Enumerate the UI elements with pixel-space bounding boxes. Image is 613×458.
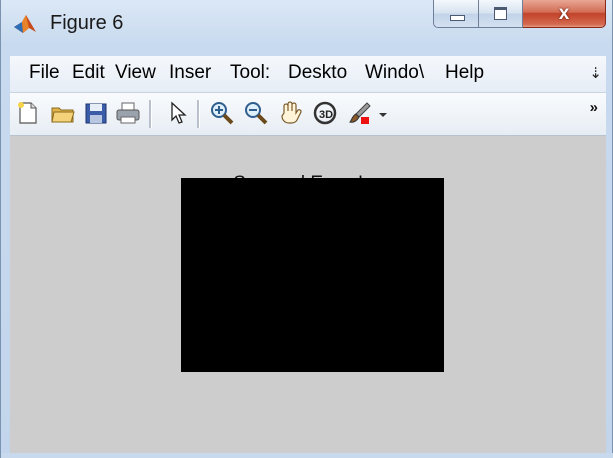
pointer-icon[interactable] [165, 100, 191, 126]
print-icon[interactable] [115, 100, 141, 126]
zoom-out-icon[interactable] [243, 100, 269, 126]
svg-text:3D: 3D [319, 109, 333, 121]
window-title: Figure 6 [50, 12, 124, 34]
new-figure-icon[interactable] [15, 100, 41, 126]
data-brush-icon[interactable] [347, 100, 373, 126]
menu-edit[interactable]: Edit [72, 62, 105, 84]
matlab-logo-icon [13, 12, 37, 36]
window-controls: x [433, 0, 606, 30]
toolbar-separator [197, 100, 200, 128]
menu-view[interactable]: View [115, 62, 156, 84]
toolbar-overflow-icon[interactable]: » [590, 99, 598, 116]
minimize-button[interactable] [433, 0, 479, 28]
brush-dropdown-icon[interactable] [379, 113, 387, 117]
figure-canvas[interactable]: Squared Error Image [10, 136, 606, 453]
toolbar-separator [149, 100, 152, 128]
zoom-in-icon[interactable] [209, 100, 235, 126]
figure-toolbar: 3D » [10, 93, 606, 136]
menu-bar: File Edit View Inser Tool: Deskto Windo\… [10, 56, 606, 93]
title-bar[interactable]: Figure 6 x [1, 0, 613, 48]
menu-overflow-icon[interactable]: ⇣ [589, 64, 602, 82]
rotate-3d-icon[interactable]: 3D [312, 100, 338, 126]
menu-help[interactable]: Help [445, 62, 484, 84]
maximize-button[interactable] [479, 0, 523, 28]
pan-hand-icon[interactable] [278, 100, 304, 126]
squared-error-image[interactable] [181, 178, 444, 372]
save-icon[interactable] [83, 100, 109, 126]
figure-window: Figure 6 x File Edit View Inser Tool: De… [0, 0, 613, 458]
menu-insert[interactable]: Inser [169, 62, 211, 84]
window-bottom-border [1, 453, 613, 458]
close-icon: x [558, 2, 570, 24]
close-button[interactable]: x [523, 0, 606, 28]
menu-desktop[interactable]: Deskto [288, 62, 347, 84]
open-file-icon[interactable] [50, 100, 76, 126]
menu-tools[interactable]: Tool: [230, 62, 270, 84]
menu-window[interactable]: Windo\ [365, 62, 424, 84]
menu-file[interactable]: File [29, 62, 60, 84]
